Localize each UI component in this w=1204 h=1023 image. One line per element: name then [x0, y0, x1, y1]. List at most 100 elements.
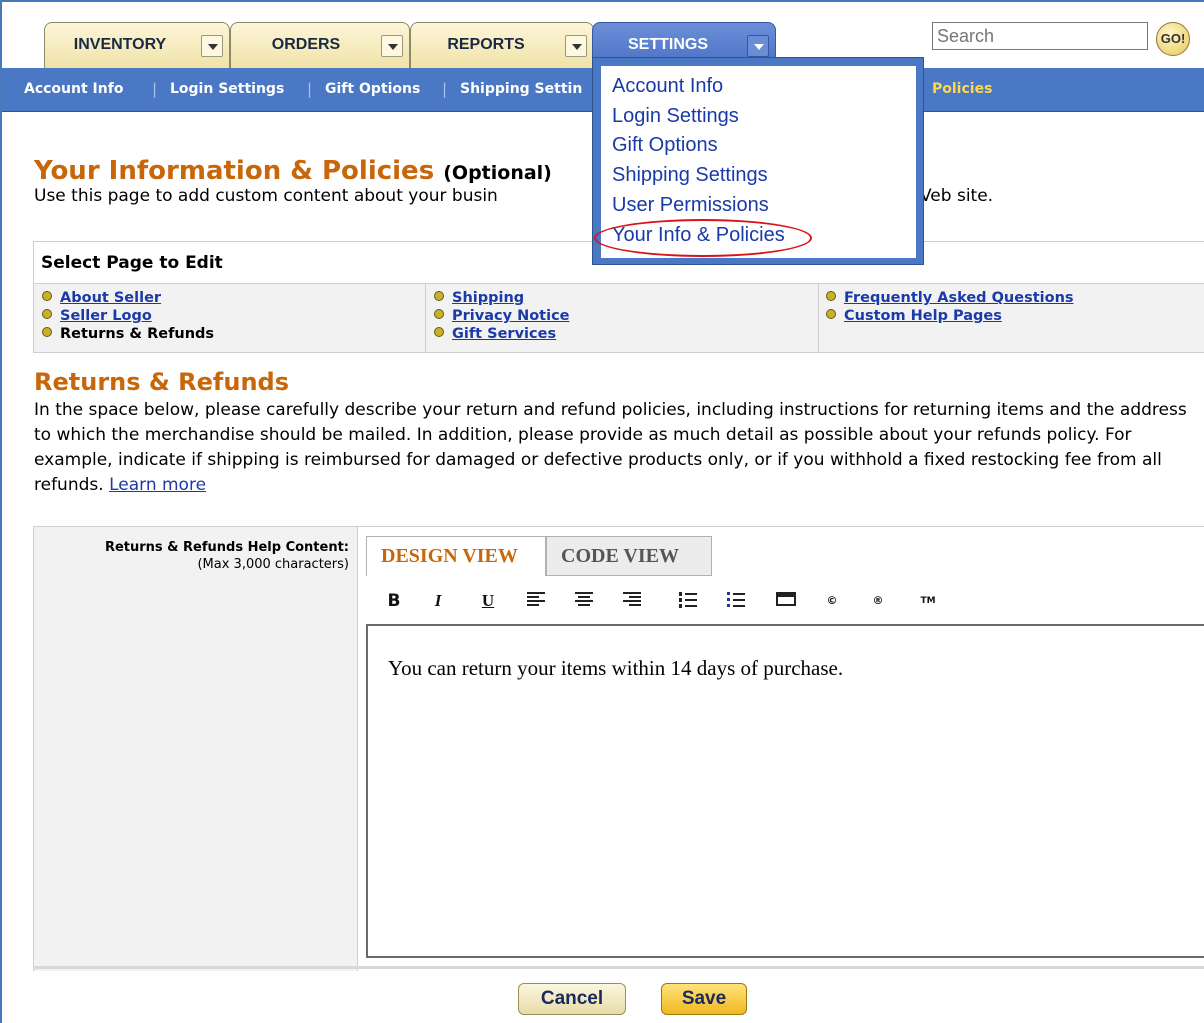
menu-item-user-permissions[interactable]: User Permissions [612, 194, 769, 217]
numbered-list-glyph [679, 592, 697, 608]
editor-textarea[interactable]: You can return your items within 14 days… [366, 624, 1204, 958]
list-item: Shipping [434, 290, 524, 306]
copyright-button[interactable]: © [820, 591, 844, 611]
menu-item-account-info[interactable]: Account Info [612, 75, 723, 98]
section-body: In the space below, please carefully des… [34, 400, 1187, 495]
go-button[interactable]: GO! [1156, 22, 1190, 56]
subnav-policies[interactable]: Policies [932, 81, 992, 97]
list-item: Returns & Refunds [42, 326, 214, 342]
subnav-separator: | [307, 80, 313, 98]
align-center-glyph [575, 592, 593, 606]
editor-toolbar: B I U © ® TM [366, 576, 1204, 624]
tab-code-view-label: CODE VIEW [561, 545, 679, 567]
align-center-icon[interactable] [572, 591, 596, 611]
select-page-links: About Seller Seller Logo Returns & Refun… [34, 284, 1204, 352]
trademark-button[interactable]: TM [916, 591, 940, 611]
align-right-icon[interactable] [620, 591, 644, 611]
link-custom-help-pages[interactable]: Custom Help Pages [844, 308, 1002, 324]
page-intro-right-fragment: Veb site. [920, 186, 993, 206]
editor-label: Returns & Refunds Help Content: (Max 3,0… [105, 539, 349, 573]
editor-label-text: Returns & Refunds Help Content: [104, 540, 349, 555]
list-item: Gift Services [434, 326, 556, 342]
bullet-list-icon[interactable] [724, 591, 748, 611]
underline-button[interactable]: U [476, 591, 500, 611]
chevron-down-icon[interactable] [747, 35, 769, 57]
italic-button[interactable]: I [426, 591, 450, 611]
bullet-icon [42, 309, 52, 319]
tab-inventory-label: INVENTORY [73, 36, 167, 53]
bullet-icon [434, 309, 444, 319]
registered-button[interactable]: ® [866, 591, 890, 611]
page-intro-right: Veb site. [920, 186, 994, 206]
subnav-gift-options[interactable]: Gift Options [325, 81, 420, 97]
list-item: Custom Help Pages [826, 308, 1002, 324]
section-description: In the space below, please carefully des… [34, 398, 1194, 498]
page-intro-left: Use this page to add custom content abou… [34, 186, 498, 206]
chevron-down-icon[interactable] [565, 35, 587, 57]
subnav-separator: | [152, 80, 158, 98]
bullet-icon [434, 327, 444, 337]
link-privacy-notice[interactable]: Privacy Notice [452, 308, 570, 324]
bullet-icon [42, 327, 52, 337]
current-page-returns-refunds: Returns & Refunds [60, 326, 215, 342]
subnav-shipping-settings[interactable]: Shipping Settin [460, 81, 582, 97]
footer-divider [33, 966, 1204, 969]
cancel-button[interactable]: Cancel [518, 983, 626, 1015]
list-item: About Seller [42, 290, 161, 306]
tab-orders[interactable]: ORDERS [230, 22, 410, 68]
tab-code-view[interactable]: CODE VIEW [546, 536, 712, 576]
tab-inventory[interactable]: INVENTORY [44, 22, 230, 68]
bullet-icon [826, 291, 836, 301]
tab-design-view[interactable]: DESIGN VIEW [366, 536, 546, 576]
select-page-column-3: Frequently Asked Questions Custom Help P… [826, 290, 1201, 350]
numbered-list-icon[interactable] [676, 591, 700, 611]
link-seller-logo[interactable]: Seller Logo [60, 308, 152, 324]
chevron-down-icon[interactable] [381, 35, 403, 57]
link-shipping[interactable]: Shipping [452, 290, 524, 306]
select-page-column-2: Shipping Privacy Notice Gift Services [434, 290, 814, 350]
bullet-icon [826, 309, 836, 319]
tab-orders-label: ORDERS [271, 36, 341, 53]
column-divider [818, 284, 819, 352]
bold-button[interactable]: B [382, 591, 406, 611]
highlight-ellipse [594, 219, 812, 257]
menu-item-login-settings[interactable]: Login Settings [612, 105, 739, 128]
table-icon[interactable] [774, 591, 798, 611]
search-input[interactable] [932, 22, 1148, 50]
page-title: Your Information & Policies (Optional) [34, 156, 552, 186]
select-page-heading: Select Page to Edit [41, 253, 223, 273]
align-left-glyph [527, 592, 545, 606]
learn-more-link[interactable]: Learn more [109, 475, 206, 495]
link-gift-services[interactable]: Gift Services [452, 326, 556, 342]
select-page-column-1: About Seller Seller Logo Returns & Refun… [42, 290, 422, 350]
column-divider [425, 284, 426, 352]
bullet-icon [434, 291, 444, 301]
editor-label-column: Returns & Refunds Help Content: (Max 3,0… [34, 527, 358, 971]
section-title: Returns & Refunds [34, 368, 289, 396]
page-intro: Use this page to add custom content abou… [34, 186, 498, 206]
tab-design-view-label: DESIGN VIEW [381, 545, 518, 567]
subnav-separator: | [442, 80, 448, 98]
menu-item-gift-options[interactable]: Gift Options [612, 134, 718, 157]
chevron-down-icon[interactable] [201, 35, 223, 57]
subnav-login-settings[interactable]: Login Settings [170, 81, 284, 97]
menu-item-shipping-settings[interactable]: Shipping Settings [612, 164, 768, 187]
page-title-text: Your Information & Policies [34, 156, 435, 186]
tab-settings-label: SETTINGS [627, 36, 708, 53]
link-about-seller[interactable]: About Seller [60, 290, 161, 306]
editor-content: You can return your items within 14 days… [388, 656, 844, 680]
link-faq[interactable]: Frequently Asked Questions [844, 290, 1074, 306]
align-right-glyph [623, 592, 641, 606]
align-left-icon[interactable] [524, 591, 548, 611]
subnav-account-info[interactable]: Account Info [24, 81, 123, 97]
list-item: Seller Logo [42, 308, 152, 324]
tab-reports[interactable]: REPORTS [410, 22, 594, 68]
page-title-suffix: (Optional) [443, 162, 552, 184]
save-button[interactable]: Save [661, 983, 747, 1015]
table-glyph [776, 592, 796, 606]
list-item: Privacy Notice [434, 308, 570, 324]
editor-char-limit: (Max 3,000 characters) [197, 557, 349, 572]
bullet-icon [42, 291, 52, 301]
list-item: Frequently Asked Questions [826, 290, 1074, 306]
bullet-list-glyph [727, 592, 745, 607]
